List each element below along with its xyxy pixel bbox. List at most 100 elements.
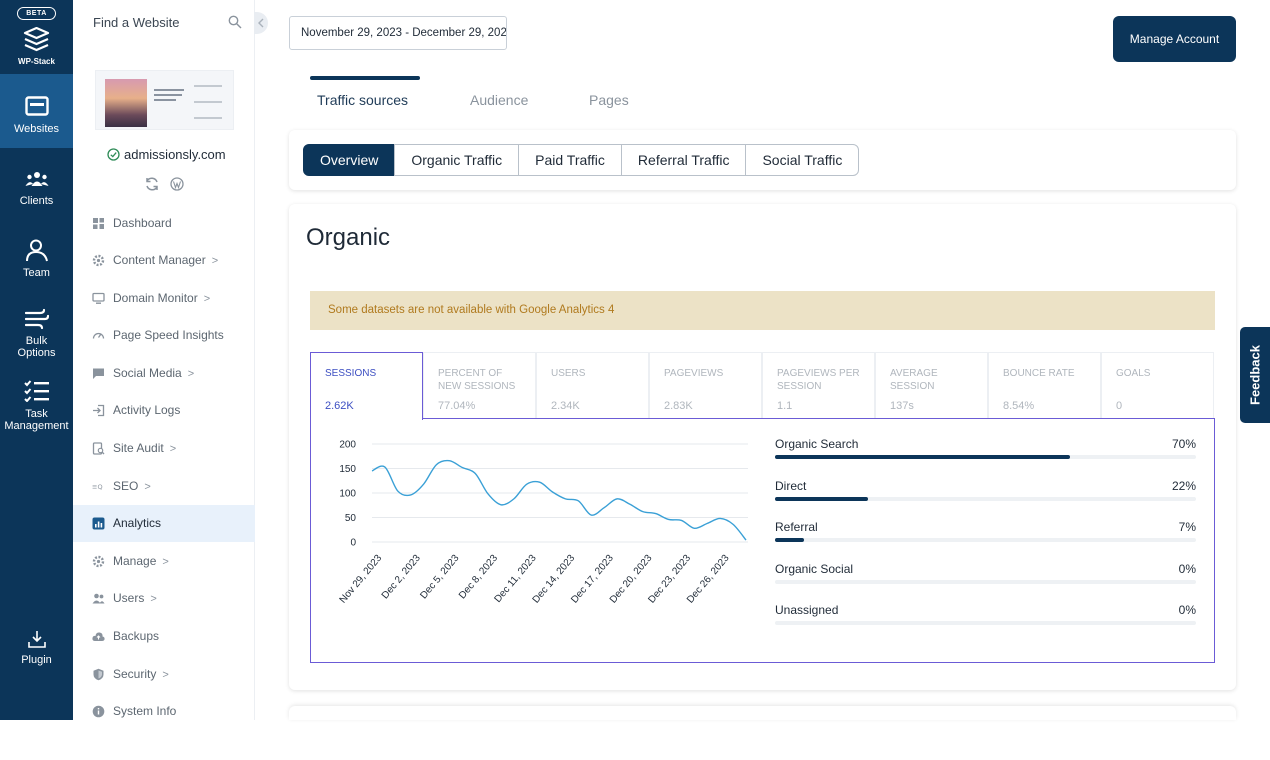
y-tick-label: 200 [339,440,356,451]
gear-icon [92,254,105,267]
rail-item-task-management[interactable]: Task Management [0,380,73,432]
sidebar-item-text: Manage [113,554,157,568]
thumbnail-line [154,99,176,101]
source-bar-track [775,621,1196,625]
sidebar-item-security[interactable]: Security > [73,656,255,693]
metric-tab-users[interactable]: USERS 2.34K [536,352,649,419]
metric-tab-percent-of-new-sessions[interactable]: PERCENT OF NEW SESSIONS 77.04% [423,352,536,419]
bulk-options-icon [24,308,49,330]
sidebar-item-manage[interactable]: Manage > [73,543,255,580]
site-name[interactable]: admissionsly.com [124,147,226,162]
source-bar-track [775,538,1196,542]
tab-audience[interactable]: Audience [470,92,528,108]
tab-traffic-sources[interactable]: Traffic sources [317,92,408,108]
sidebar-item-page-speed-insights[interactable]: Page Speed Insights [73,317,255,354]
sidebar-item-content-manager[interactable]: Content Manager > [73,242,255,279]
sidebar-item-label: SEO > [113,479,151,493]
source-bar-track [775,580,1196,584]
wordpress-icon[interactable] [170,177,184,191]
sidebar-item-text: Content Manager [113,253,206,267]
thumbnail-line [194,117,222,119]
filter-social-traffic[interactable]: Social Traffic [745,144,860,176]
feedback-label: Feedback [1247,345,1263,405]
metric-value: 8.54% [1003,400,1035,412]
refresh-icon[interactable] [144,177,160,191]
sidebar-item-social-media[interactable]: Social Media > [73,355,255,392]
find-website-input[interactable]: Find a Website [93,15,179,30]
thumbnail-image [105,79,147,127]
sidebar-item-label: Page Speed Insights [113,328,224,342]
sidebar-item-dashboard[interactable]: Dashboard [73,205,255,242]
metric-value: 2.34K [551,400,580,412]
y-tick-label: 0 [350,538,356,549]
source-name: Referral [775,520,818,534]
sidebar-item-users[interactable]: Users > [73,580,255,617]
check-circle-icon [107,148,120,161]
sidebar-item-site-audit[interactable]: Site Audit > [73,430,255,467]
sidebar-item-label: Activity Logs [113,403,180,417]
collapse-sidebar-button[interactable] [254,12,268,34]
chevron-right-icon: > [169,443,177,455]
dashboard-icon [93,218,104,229]
source-bar-track [775,455,1196,459]
source-bar-fill [775,538,805,542]
sidebar-item-label: Backups [113,629,159,643]
tab-pages[interactable]: Pages [589,92,629,108]
shield-icon [93,668,104,681]
metric-tab-bounce-rate[interactable]: BOUNCE RATE 8.54% [988,352,1101,419]
gear-icon [92,555,105,568]
rail-item-team[interactable]: Team [0,238,73,279]
sessions-line-chart: 200 150 100 50 0 Nov 29, 2023Dec 2, 2023Dec 5… [338,440,748,606]
sidebar-item-label: Content Manager > [113,253,218,267]
info-icon [92,705,105,718]
sidebar-item-label: Manage > [113,554,169,568]
thumbnail-line [154,94,182,96]
card-title: Organic [306,224,391,251]
metric-tab-average-session[interactable]: AVERAGE SESSION 137s [875,352,988,419]
rail-label-bulk-options: Bulk Options [17,335,56,359]
x-tick-label: Dec 5, 2023 [418,553,461,602]
metric-label: AVERAGE SESSION [890,368,938,392]
metric-tab-pageviews[interactable]: PAGEVIEWS 2.83K [649,352,762,419]
date-range-picker[interactable]: November 29, 2023 - December 29, 2023 [289,16,507,50]
metric-tab-goals[interactable]: GOALS 0 [1101,352,1214,419]
sidebar-item-label: Dashboard [113,216,172,230]
metric-tab-pageviews-per-session[interactable]: PAGEVIEWS PER SESSION 1.1 [762,352,875,419]
metric-value: 2.83K [664,400,693,412]
metric-label: PAGEVIEWS PER SESSION [777,368,860,392]
rail-item-clients[interactable]: Clients [0,165,73,207]
sidebar-item-system-info[interactable]: System Info [73,693,255,730]
filter-overview[interactable]: Overview [303,144,396,176]
filter-referral-traffic[interactable]: Referral Traffic [620,144,747,176]
sidebar-item-domain-monitor[interactable]: Domain Monitor > [73,280,255,317]
filter-paid-traffic[interactable]: Paid Traffic [518,144,622,176]
rail-item-plugin[interactable]: Plugin [0,630,73,666]
source-name: Organic Social [775,562,854,576]
sidebar-item-seo[interactable]: ≡Q SEO > [73,468,255,505]
metric-value: 77.04% [438,400,476,412]
sidebar-item-analytics[interactable]: Analytics [73,505,255,542]
search-icon[interactable] [228,15,242,29]
wp-stack-logo-icon[interactable] [23,27,50,54]
sidebar-item-backups[interactable]: Backups [73,618,255,655]
thumbnail-line [194,85,222,87]
chevron-right-icon: > [162,556,169,568]
metric-label: PAGEVIEWS [664,368,724,379]
site-thumbnail[interactable] [95,70,234,130]
sidebar-item-text: Social Media [113,366,182,380]
manage-account-button[interactable]: Manage Account [1113,16,1236,62]
source-name: Organic Search [775,437,859,451]
rail-item-bulk-options[interactable]: Bulk Options [0,308,73,359]
metric-tab-sessions[interactable]: SESSIONS 2.62K [310,352,423,420]
audit-icon [92,442,105,455]
feedback-button[interactable]: Feedback [1240,327,1270,423]
chevron-right-icon: > [211,255,219,267]
chat-icon [93,368,104,379]
speedometer-icon [92,332,105,339]
brand-name: WP-Stack [18,57,55,66]
metric-label: SESSIONS [325,368,377,379]
sidebar-item-text: Backups [113,629,160,643]
filter-organic-traffic[interactable]: Organic Traffic [394,144,520,176]
sidebar-item-activity-logs[interactable]: Activity Logs [73,392,255,429]
rail-item-websites[interactable]: Websites [0,74,73,148]
